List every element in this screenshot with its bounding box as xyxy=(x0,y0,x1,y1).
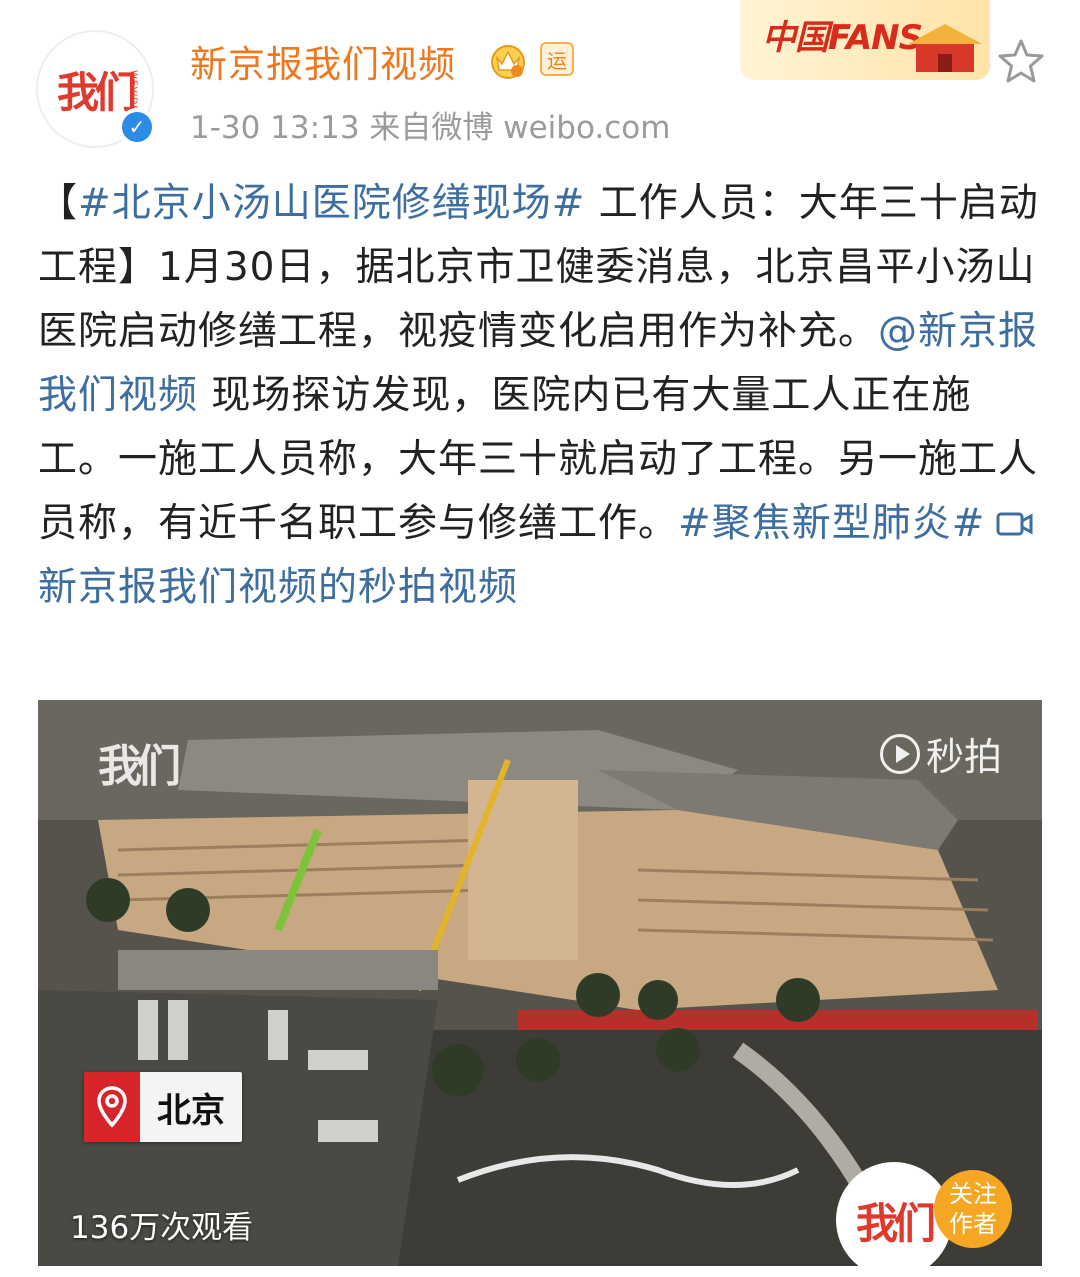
fans-banner-text: 中国FANS xyxy=(762,18,923,58)
bracket-open: 【 xyxy=(38,181,79,226)
view-count: 136万次观看 xyxy=(70,1210,254,1246)
post-meta: 1-30 13:13 来自微博 weibo.com xyxy=(190,110,671,146)
avatar-logo: 我们 xyxy=(56,67,137,117)
follow-button[interactable]: 关注作者 xyxy=(934,1170,1012,1248)
post-text: 【#北京小汤山医院修缮现场# 工作人员：大年三十启动工程】1月30日，据北京市卫… xyxy=(38,172,1042,620)
video-link-icon xyxy=(996,512,1033,536)
topic-link[interactable]: #北京小汤山医院修缮现场# xyxy=(78,181,585,226)
location-badge[interactable]: 北京 xyxy=(84,1072,242,1142)
author-avatar-logo: 我们 xyxy=(855,1198,936,1248)
location-label: 北京 xyxy=(140,1072,242,1142)
star-icon[interactable] xyxy=(995,36,1047,88)
play-icon xyxy=(880,733,920,774)
badge-icon[interactable]: 运 xyxy=(540,42,574,76)
video-player[interactable]: 我们 秒拍 北京 136万次观看 我们 关注作者 xyxy=(38,700,1042,1266)
watermark-right: 秒拍 xyxy=(880,726,1002,781)
gate-tower-icon xyxy=(908,24,982,72)
video-link-label: 新京报我们视频的秒拍视频 xyxy=(38,565,519,610)
location-pin-icon xyxy=(84,1072,140,1142)
post-header: 我们 WEVIDEO ✓ 新京报我们视频 运 1-30 13:13 来自微博 w… xyxy=(0,0,1080,160)
watermark-left: 我们 xyxy=(98,741,181,792)
username[interactable]: 新京报我们视频 xyxy=(190,34,456,88)
vip-crown-icon[interactable] xyxy=(488,40,528,80)
fans-banner[interactable]: 中国FANS xyxy=(740,0,990,80)
verified-icon: ✓ xyxy=(118,108,156,146)
bracket-close: 】 xyxy=(118,245,159,290)
follow-button-label: 关注作者 xyxy=(949,1180,997,1238)
watermark-right-text: 秒拍 xyxy=(926,735,1003,779)
topic-link-2[interactable]: #聚焦新型肺炎# xyxy=(678,501,985,546)
